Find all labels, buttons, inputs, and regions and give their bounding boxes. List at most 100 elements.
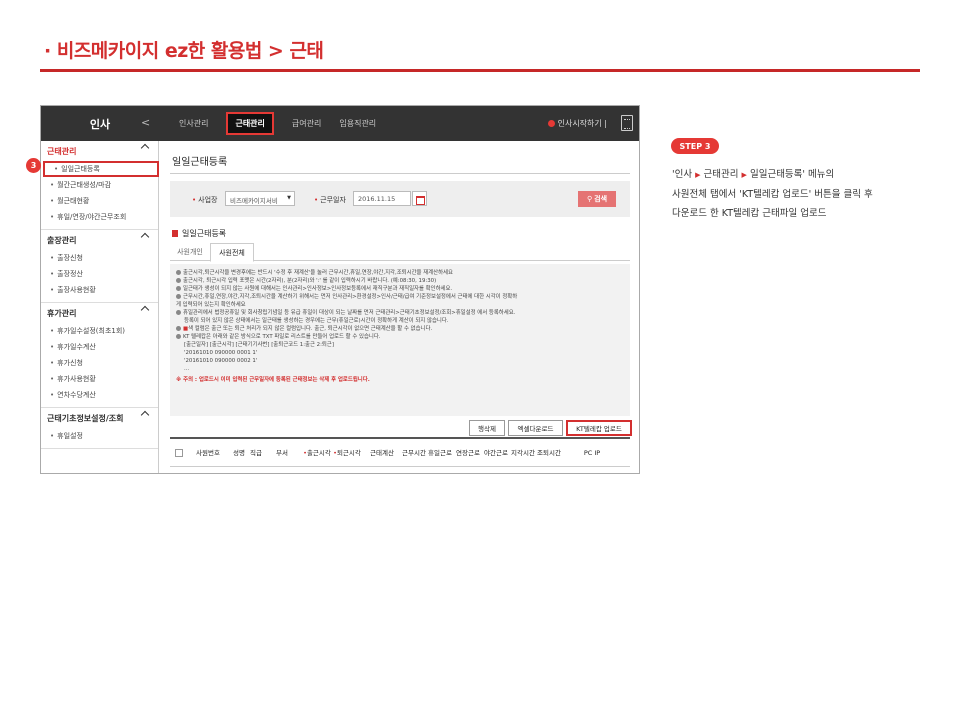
col-name: 성명 [233,449,245,457]
delete-row-button[interactable]: 행삭제 [469,420,505,436]
top-menu: 인사관리 근태관리 급여관리 임용직관리 [179,106,376,141]
caret-right-icon: ▶ [695,171,701,179]
sidebar-group-title: 휴가관리 [47,308,77,318]
info-icon [176,270,181,275]
excel-download-button[interactable]: 엑셀다운로드 [508,420,563,436]
top-menu-hr[interactable]: 인사관리 [179,118,208,129]
top-menu-attendance[interactable]: 근태관리 [226,112,274,135]
info-icon [176,334,181,339]
sidebar-item-leave-allowance[interactable]: 연차수당계산 [41,387,158,403]
title-divider [40,69,920,72]
notice-line: '20161010 090000 0002 1' [184,358,258,364]
col-late: 지각시간 [511,449,535,457]
top-menu-payroll[interactable]: 급여관리 [292,118,321,129]
info-icon [176,310,181,315]
chevron-up-icon [140,143,150,153]
caret-right-icon: ▶ [741,171,747,179]
attendance-table-header: 사원번호 성명 직급 부서 •출근시각 •퇴근시각 근태계산 근무시간 휴일근로… [170,437,630,467]
col-work-hours: 근무시간 [402,449,426,457]
col-rank: 직급 [250,449,262,457]
sidebar-group-title: 근태관리 [47,146,77,156]
filter-bar: •사업장 비즈메카이지서비 •근무일자 2016.11.15 ⚲검색 [170,181,630,217]
sidebar-item-leave-request[interactable]: 휴가신청 [41,355,158,371]
step-marker: 3 [26,158,41,173]
hr-start-label: 인사시작하기 | [557,119,607,128]
notice-line: KT 텔레캅은 아래와 같은 방식으로 TXT 파일로 리스트를 만들어 업로드… [176,333,624,341]
info-icon [176,286,181,291]
info-icon [176,278,181,283]
col-dept: 부서 [276,449,288,457]
search-icon: ⚲ [586,195,593,203]
calculator-icon[interactable] [621,115,633,131]
notice-line: ■색 컬럼은 출근 또는 퇴근 처리가 되지 않은 컬럼입니다. 출근, 퇴근시… [176,325,624,333]
sidebar-item-trip-settle[interactable]: 출장정산 [41,266,158,282]
company-select[interactable]: 비즈메카이지서비 [225,191,295,206]
notice-line: 휴일관리에서 법정공휴일 및 회사창립기념일 등 유급 휴일이 대상이 되는 날… [176,309,624,317]
kt-telecop-upload-button[interactable]: KT텔레캅 업로드 [566,420,632,436]
col-emp-no: 사원번호 [196,449,220,457]
notice-line: '20161010 090000 0001 1' [184,350,258,356]
sidebar-item-daily-attendance[interactable]: 일일근태등록 [43,161,159,177]
hr-start-link[interactable]: 인사시작하기 | [547,118,607,129]
step-line-2: 사원전체 탭에서 'KT텔레캅 업로드' 버튼을 클릭 후 [672,189,873,200]
page-title: · 비즈메카이지 ez한 활용법 > 근태 [44,40,324,62]
section-title: 일일근태등록 [172,228,226,239]
sidebar-group-base-info: 근태기초정보설정/조회 휴일설정 [41,408,158,449]
search-button[interactable]: ⚲ 검색 [578,191,616,207]
sidebar-item-trip-request[interactable]: 출장신청 [41,250,158,266]
sidebar-item-trip-usage[interactable]: 출장사용현황 [41,282,158,298]
chevron-up-icon [140,232,150,242]
sidebar-group-title: 출장관리 [47,235,77,245]
sidebar-item-leave-calc[interactable]: 휴가일수계산 [41,339,158,355]
col-holiday: 휴일근로 [428,449,452,457]
tab-individual[interactable]: 사원개인 [170,243,210,261]
select-all-checkbox[interactable] [175,449,183,457]
notice-line: 출근시각, 퇴근시각 입력 포맷은 시간(2자리), 분(2자리)와 ':' 를… [176,277,624,285]
sidebar-group-title: 근태기초정보설정/조회 [47,413,124,423]
step-badge: STEP 3 [671,138,719,154]
info-icon [547,120,555,127]
top-menu-contract[interactable]: 임용직관리 [339,118,376,129]
chevron-up-icon [140,410,150,420]
section-marker-icon [172,230,178,237]
sidebar-group-attendance: 근태관리 일일근태등록 월간근태생성/마감 월근태현황 휴일/연장/야간근무조회 [41,141,159,230]
content-title: 일일근태등록 [172,157,228,168]
info-icon [176,326,181,331]
sidebar-item-monthly-status[interactable]: 월근태현황 [41,193,158,209]
upload-warning: ※ 주의 : 업로드시 이미 입력된 근무일자에 등록된 근태정보는 삭제 후 … [176,377,370,383]
notice-line: [출근일자] [출근시각] [근태기기사번] [출퇴근코드 1:출근 2:퇴근] [184,342,334,348]
sidebar-group-business-trip: 출장관리 출장신청 출장정산 출장사용현황 [41,230,158,303]
notice-line: 일근태가 생성이 되지 않는 사원에 대해서는 인사관리>인사정보>인사정보등록… [176,285,624,293]
main-content: 일일근태등록 •사업장 비즈메카이지서비 •근무일자 2016.11.15 ⚲검… [160,141,639,473]
date-input[interactable]: 2016.11.15 [353,191,411,206]
action-buttons: 행삭제 엑셀다운로드 KT텔레캅 업로드 [170,417,632,437]
collapse-sidebar-button[interactable]: < [141,116,150,129]
sidebar: 근태관리 일일근태등록 월간근태생성/마감 월근태현황 휴일/연장/야간근무조회… [41,141,159,473]
sidebar-item-holiday-setup[interactable]: 휴일설정 [41,428,158,444]
notice-box: 출근시각,퇴근시각을 변경후에는 반드시 '수정 후 재계산'을 눌러 근무시간… [170,264,630,416]
sidebar-group-header[interactable]: 휴가관리 [41,303,158,323]
col-pc-ip: PC IP [583,449,601,457]
sidebar-item-monthly-create[interactable]: 월간근태생성/마감 [41,177,158,193]
sidebar-item-leave-usage[interactable]: 휴가사용현황 [41,371,158,387]
chevron-up-icon [140,305,150,315]
sidebar-item-leave-setup[interactable]: 휴가일수설정(최초1회) [41,323,158,339]
date-label: • 근무일자 [314,196,346,204]
tab-bar: 사원개인 사원전체 [170,239,630,262]
step-line-1: '인사 ▶ 근태관리 ▶ 일일근태등록' 메뉴의 [672,169,835,180]
notice-line: 등록이 되어 있지 않은 상태에서는 일근태를 생성하는 경우에는 근무(휴일근… [184,318,449,324]
col-overtime: 연장근로 [456,449,480,457]
notice-line: 근무시간,휴일,연장,야간,지각,조퇴시간을 계산하기 위해서는 먼저 인사관리… [176,293,624,301]
tab-all-employees[interactable]: 사원전체 [210,243,254,262]
col-clock-in: •출근시각 [303,449,331,457]
top-bar: 인사 < 인사관리 근태관리 급여관리 임용직관리 인사시작하기 | [41,106,639,141]
col-calc: 근태계산 [370,449,394,457]
calendar-icon[interactable] [412,191,427,206]
company-label: • 사업장 [192,196,218,204]
sidebar-item-overtime-query[interactable]: 휴일/연장/야간근무조회 [41,209,158,225]
step-description: '인사 ▶ 근태관리 ▶ 일일근태등록' 메뉴의 사원전체 탭에서 'KT텔레캅… [672,165,922,223]
step-line-3: 다운로드 한 KT텔레캅 근태파일 업로드 [672,208,827,219]
sidebar-group-header[interactable]: 출장관리 [41,230,158,250]
sidebar-group-header[interactable]: 근태기초정보설정/조회 [41,408,158,428]
sidebar-group-header[interactable]: 근태관리 [41,141,158,161]
